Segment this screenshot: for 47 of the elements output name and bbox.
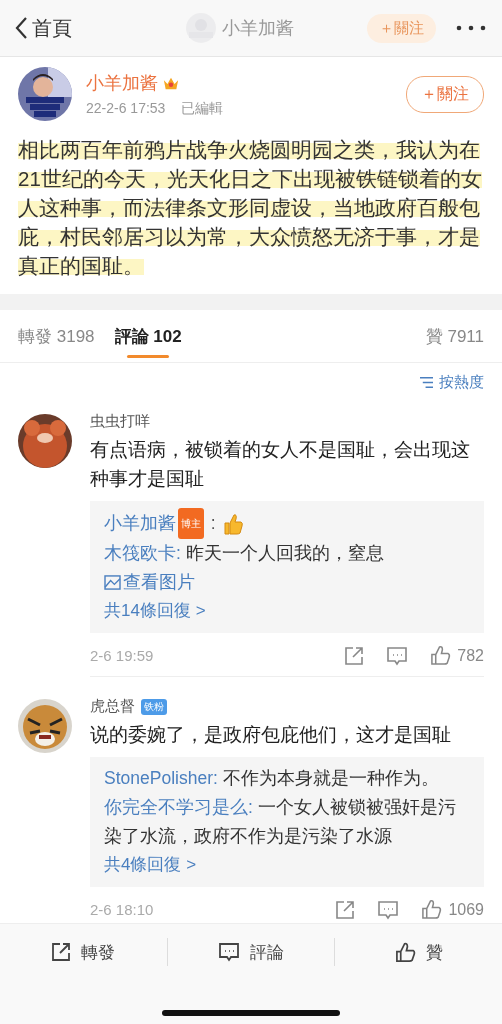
share-icon[interactable] <box>335 899 356 920</box>
follow-button[interactable]: ＋關注 <box>367 13 436 43</box>
post-text: 相比两百年前鸦片战争火烧圆明园之类，我认为在21世纪的今天，光天化日之下出现被铁链锁着的女人这种事，而法律条文形同虚设，当地政府百般包庇，村民邻居习以为常，大众愤怒无济于事，才是真正的国耻。 <box>18 137 483 279</box>
reply-text: 木筏欧卡: 昨天一个人回我的，窒息 查看图片 <box>104 542 385 594</box>
back-icon[interactable] <box>14 16 28 40</box>
reply-separator: : <box>209 512 216 535</box>
like-button[interactable]: 782 <box>430 645 484 666</box>
share-icon <box>51 942 72 962</box>
follow-button[interactable]: ＋關注 <box>406 75 484 113</box>
view-image-link[interactable]: 查看图片 <box>104 572 195 592</box>
back-button[interactable]: 首頁 <box>14 14 72 42</box>
thumbs-up-icon <box>430 645 452 666</box>
comment-text: 说的委婉了，是政府包庇他们，这才是国耻 <box>90 723 452 747</box>
like-button[interactable]: 1069 <box>421 899 484 920</box>
sort-icon <box>419 376 434 389</box>
tab[interactable]: 贊 7911 <box>425 310 484 362</box>
comment-time: 2-6 18:10 <box>90 901 155 918</box>
fan-badge: 铁粉 <box>141 698 167 715</box>
more-icon[interactable] <box>456 25 486 31</box>
comment-time: 2-6 19:59 <box>90 647 155 664</box>
thumbs-up-icon <box>221 511 244 536</box>
comment-button[interactable]: 評論 <box>167 938 336 966</box>
user-name[interactable]: 虫虫打咩 <box>90 412 150 431</box>
reply-text: 你完全不学习是么: 一个女人被锁被强奸是污染了水流，政府不作为是污染了水源 <box>104 796 457 848</box>
reply-user[interactable]: 小羊加酱 <box>104 509 176 538</box>
comment-icon[interactable] <box>386 645 409 666</box>
share-icon[interactable] <box>344 645 365 666</box>
author-name[interactable]: 小羊加酱 <box>86 70 158 95</box>
post-time: 22-2-6 17:53 <box>86 99 166 116</box>
comment-icon <box>218 942 240 962</box>
like-button[interactable]: 贊 <box>335 938 502 966</box>
edited-label: 已編輯 <box>181 99 224 116</box>
repost-button[interactable]: 轉發 <box>0 938 168 966</box>
thumbs-up-icon <box>421 899 443 920</box>
tab[interactable]: 評論 102 <box>114 310 182 362</box>
more-replies-link[interactable]: 共14條回復 > <box>104 597 470 625</box>
comment-icon[interactable] <box>377 899 400 920</box>
sort-button[interactable]: 按熱度 <box>419 373 484 392</box>
more-replies-link[interactable]: 共4條回復 > <box>104 851 470 879</box>
page-title: 小羊加酱 <box>221 17 294 40</box>
comment-text: 有点语病，被锁着的女人不是国耻，会出现这种事才是国耻 <box>90 438 471 491</box>
reply-text: StonePolisher: 不作为本身就是一种作为。 <box>104 767 440 790</box>
tab[interactable]: 轉發 3198 <box>18 310 95 362</box>
thumbs-up-icon <box>394 941 416 963</box>
user-name[interactable]: 虎总督 <box>90 697 135 716</box>
author-badge: 博主 <box>178 508 204 539</box>
image-icon <box>104 575 121 590</box>
